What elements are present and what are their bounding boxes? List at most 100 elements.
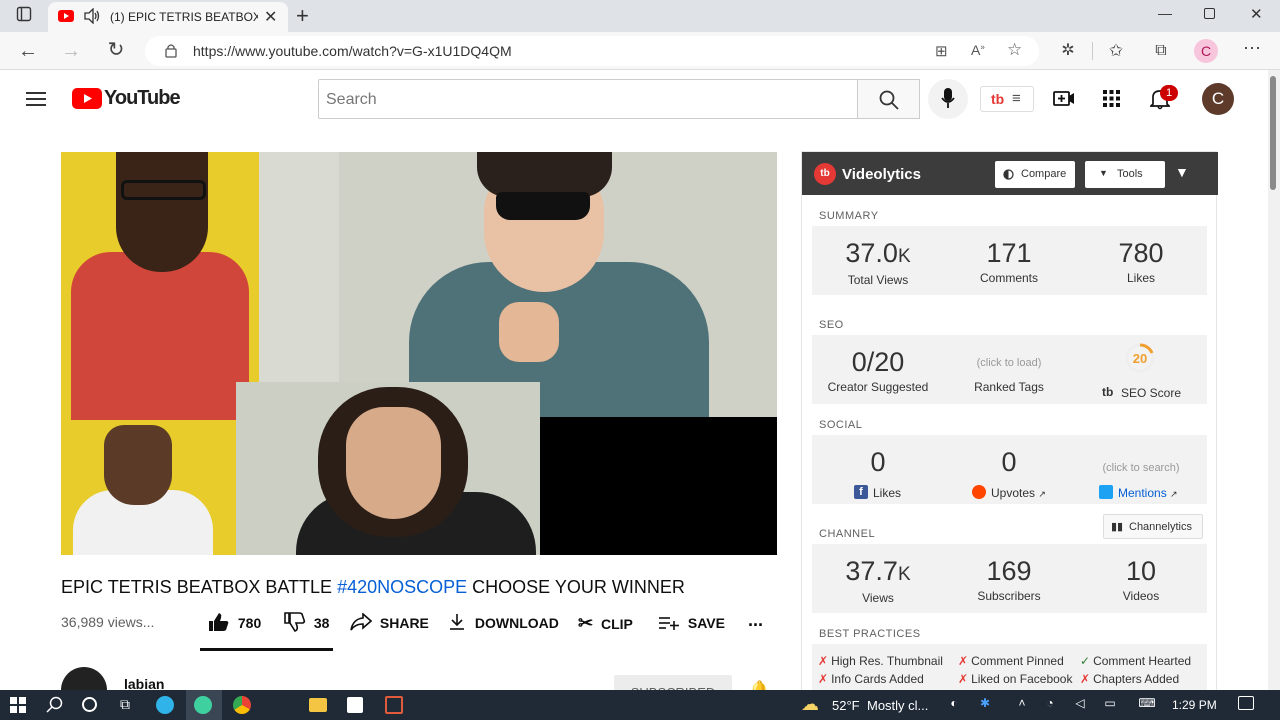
forward-icon[interactable]: →	[60, 41, 82, 61]
search-input[interactable]: Search	[318, 79, 858, 119]
tubebuddy-menu-button[interactable]: tb ≡	[980, 86, 1034, 112]
taskbar-search-icon[interactable]	[46, 696, 64, 719]
collections-icon[interactable]: ⧉	[1150, 41, 1172, 61]
twitter-mentions-link[interactable]: Mentions ↗	[1118, 486, 1178, 500]
cortana-icon[interactable]	[82, 697, 97, 712]
total-views-label: Total Views	[847, 273, 909, 287]
battery-icon[interactable]: ▭	[1100, 696, 1120, 710]
facebook-likes-label: Likes	[873, 486, 902, 500]
tray-app-icon[interactable]: ◐	[944, 696, 964, 710]
page-scrollbar-thumb[interactable]	[1270, 76, 1276, 190]
videos-label: Videos	[1122, 589, 1160, 603]
wall-panel	[259, 152, 339, 417]
language-icon[interactable]: ⌨	[1137, 696, 1157, 710]
volume-icon[interactable]: ◁	[1070, 696, 1090, 710]
ranked-tags-label[interactable]: Ranked Tags	[944, 380, 1074, 394]
tubebuddy-logo-icon: tb	[814, 163, 836, 185]
save-label: SAVE	[687, 615, 725, 631]
youtube-logo[interactable]	[72, 88, 102, 114]
tools-button[interactable]: ▼ Tools	[1085, 161, 1165, 188]
temperature[interactable]: 52°F	[832, 698, 860, 713]
screen-recorder-icon[interactable]	[385, 696, 403, 714]
task-view-icon[interactable]: ⧉	[115, 696, 135, 713]
ranked-tags-hint[interactable]: (click to load)	[944, 357, 1074, 369]
hashtag-link[interactable]: #420NOSCOPE	[337, 577, 467, 597]
address-bar[interactable]: https://www.youtube.com/watch?v=G-x1U1DQ…	[145, 36, 1039, 66]
save-button[interactable]: SAVE	[658, 611, 725, 635]
fail-icon: ✗	[958, 654, 969, 668]
favorites-icon[interactable]: ✩	[1105, 41, 1127, 61]
wifi-icon[interactable]: ◔	[1040, 696, 1060, 710]
settings-more-icon[interactable]: ⋯	[1241, 38, 1263, 58]
reddit-upvotes-label[interactable]: Upvotes ↗	[991, 486, 1046, 500]
channel-card: 37.7K Views 169 Subscribers 10 Videos	[812, 544, 1207, 613]
new-tab-icon[interactable]: +	[296, 3, 309, 29]
fail-icon: ✗	[1080, 672, 1091, 686]
windows-start-icon[interactable]	[10, 697, 26, 718]
channelytics-button[interactable]: ▮▮ Channelytics	[1103, 514, 1203, 539]
compare-button[interactable]: Compare	[995, 161, 1075, 188]
search-placeholder: Search	[326, 91, 377, 108]
like-ratio-bar	[200, 648, 333, 651]
apps-grid-icon[interactable]	[1103, 90, 1120, 112]
voice-search-button[interactable]	[928, 79, 968, 119]
show-hidden-icons[interactable]: ˄	[1012, 696, 1032, 710]
more-actions-button[interactable]: ...	[748, 608, 763, 632]
best-practice-item: ✗ Comment Pinned	[958, 654, 1064, 668]
seo-heading: SEO	[819, 319, 844, 331]
summary-heading: SUMMARY	[819, 210, 879, 222]
chrome-icon[interactable]	[233, 696, 251, 714]
share-button[interactable]: SHARE	[350, 611, 429, 635]
channelytics-label: Channelytics	[1129, 521, 1192, 533]
close-tab-icon[interactable]: ✕	[264, 7, 277, 27]
browser-tab-bar: (1) EPIC TETRIS BEATBOX BATTLE ✕ + — ✕	[0, 0, 1280, 32]
speaker-icon[interactable]	[83, 7, 101, 27]
tab-actions-icon[interactable]	[13, 6, 35, 28]
download-button[interactable]: DOWNLOAD	[449, 611, 559, 635]
account-avatar[interactable]: C	[1202, 83, 1234, 115]
best-practice-item: ✗ High Res. Thumbnail	[818, 654, 943, 668]
bluetooth-icon[interactable]: ✱	[975, 696, 995, 710]
total-views-value: 37.0K	[845, 238, 911, 268]
video-frame-panel-4	[236, 382, 540, 555]
video-frame-panel-3	[61, 420, 236, 555]
video-player[interactable]	[61, 152, 777, 555]
notification-center-icon[interactable]	[1238, 696, 1254, 710]
weather-icon[interactable]: ☁	[801, 694, 819, 715]
social-card: 0 f Likes 0 Upvotes ↗ (click to search) …	[812, 435, 1207, 504]
menu-icon[interactable]	[26, 91, 46, 112]
scissors-icon: ✂	[578, 613, 594, 633]
subscribers-label: Subscribers	[977, 589, 1041, 603]
close-window-icon[interactable]: ✕	[1250, 5, 1263, 23]
clock-time[interactable]: 1:29 PM	[1172, 698, 1217, 712]
weather-condition[interactable]: Mostly cl...	[867, 698, 928, 713]
favorite-add-icon[interactable]: ☆	[1007, 40, 1022, 60]
file-explorer-icon[interactable]	[309, 698, 327, 712]
youtube-logo-text[interactable]: YouTube	[104, 87, 181, 110]
mentions-hint[interactable]: (click to search)	[1076, 462, 1206, 474]
extensions-icon[interactable]: ✲	[1057, 41, 1079, 61]
create-video-icon[interactable]	[1053, 89, 1075, 112]
app-available-icon[interactable]: ⊞	[935, 42, 948, 60]
refresh-icon[interactable]: ↻	[105, 40, 127, 60]
edge-icon[interactable]	[156, 696, 174, 714]
lock-icon[interactable]	[165, 43, 177, 61]
collapse-panel-icon[interactable]: ▼	[1175, 164, 1189, 180]
back-icon[interactable]: ←	[17, 41, 39, 61]
tubebuddy-icon: tb	[991, 91, 1005, 107]
dislike-button[interactable]: 38	[284, 611, 329, 635]
like-button[interactable]: 780	[208, 611, 261, 635]
search-button[interactable]	[857, 79, 920, 119]
maximize-icon[interactable]	[1204, 8, 1215, 19]
view-count[interactable]: 36,989 views...	[61, 614, 154, 630]
edge-beta-icon[interactable]	[194, 696, 212, 714]
clip-button[interactable]: ✂ CLIP	[578, 611, 633, 635]
store-icon[interactable]	[347, 697, 363, 713]
url-text[interactable]: https://www.youtube.com/watch?v=G-x1U1DQ…	[193, 43, 512, 59]
best-practices-card: ✗ High Res. Thumbnail ✗ Comment Pinned ✓ Co…	[812, 644, 1207, 692]
profile-avatar[interactable]: C	[1194, 39, 1218, 63]
minimize-icon[interactable]: —	[1158, 5, 1172, 21]
browser-tab-active[interactable]: (1) EPIC TETRIS BEATBOX BATTLE ✕	[48, 2, 288, 32]
dislike-count: 38	[313, 615, 330, 631]
read-aloud-icon[interactable]: A»	[971, 42, 985, 58]
